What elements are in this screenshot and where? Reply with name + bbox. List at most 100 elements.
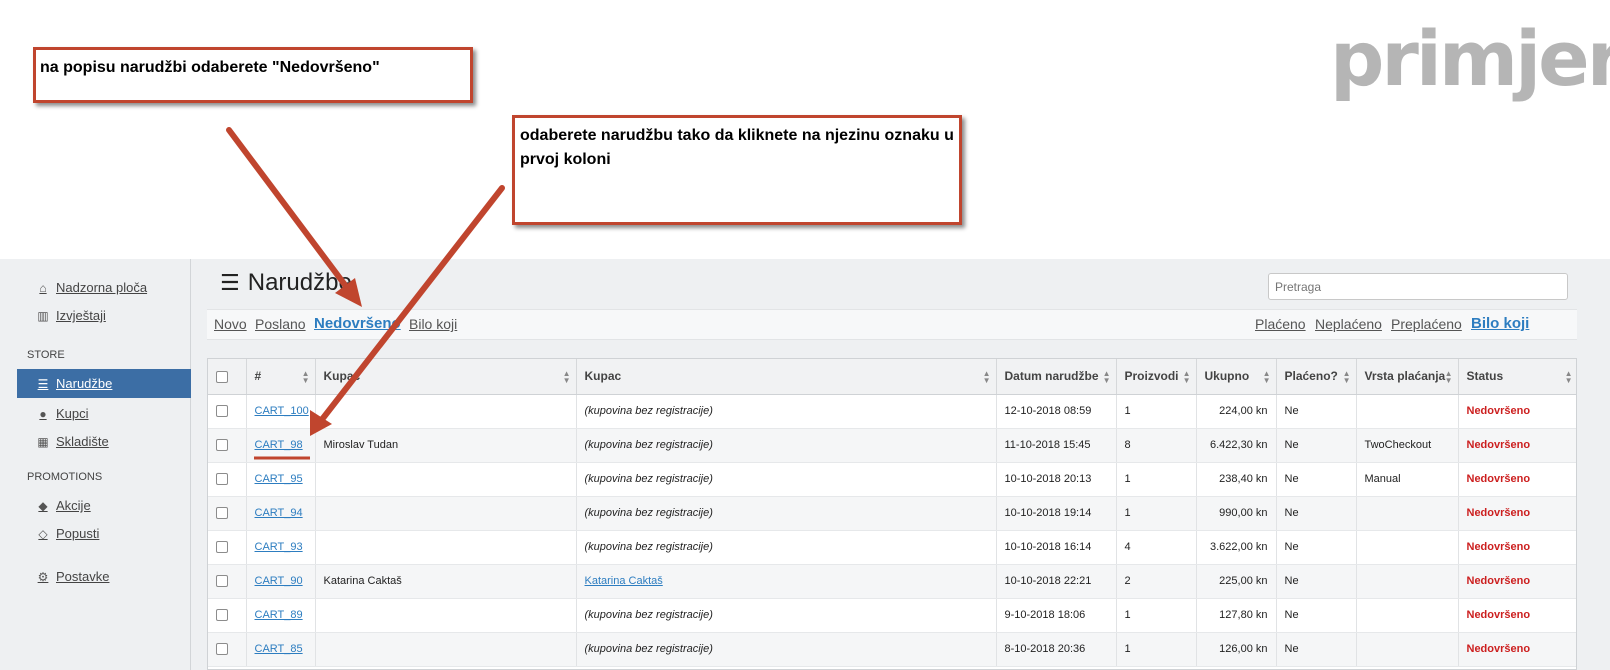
row-select-cell (208, 496, 247, 531)
column-header-status[interactable]: Status ▲ ▼ (1458, 359, 1576, 395)
paid-cell: Ne (1276, 530, 1357, 565)
column-header-id[interactable]: # ▲ ▼ (246, 359, 316, 395)
order-id-link[interactable]: CART_95 (255, 473, 303, 485)
sidebar-item-label: Postavke (56, 569, 110, 584)
filter-status-poslano[interactable]: Poslano (255, 316, 306, 332)
customer-account-cell: (kupovina bez registracije) (576, 598, 997, 633)
filter-status-any[interactable]: Bilo koji (409, 316, 457, 332)
table-row[interactable]: CART_90 Katarina Caktaš Katarina Caktaš 10-… (208, 564, 1576, 599)
order-id-cell[interactable]: CART_90 (246, 564, 316, 599)
order-id-cell[interactable]: CART_89 (246, 598, 316, 633)
customer-account-cell: (kupovina bez registracije) (576, 530, 997, 565)
filter-payment-paid[interactable]: Plaćeno (1255, 316, 1306, 332)
sidebar-item-discounts[interactable]: ◇ Popusti (17, 519, 191, 548)
row-select-cell (208, 632, 247, 667)
payment-type-cell: TwoCheckout (1356, 428, 1459, 463)
table-row[interactable]: CART_94 (kupovina bez registracije) 10-10-… (208, 496, 1576, 531)
column-header-customer-account[interactable]: Kupac ▲ ▼ (576, 359, 997, 395)
row-checkbox[interactable] (216, 541, 228, 554)
paid-cell: Ne (1276, 598, 1357, 633)
select-all-checkbox[interactable] (216, 371, 228, 384)
row-checkbox[interactable] (216, 473, 228, 486)
sidebar-item-orders[interactable]: ☰ Narudžbe (17, 369, 191, 398)
payment-type-cell (1356, 632, 1459, 667)
table-row[interactable]: CART_100 (kupovina bez registracije) 12-10… (208, 394, 1576, 429)
table-header-row: # ▲ ▼ Kupac ▲ ▼ Kupac ▲ ▼ Datum narudžbe ▲ ▼ Pro… (208, 359, 1576, 395)
sort-icon: ▲ ▼ (982, 369, 991, 385)
payment-type-cell (1356, 530, 1459, 565)
order-date-cell: 8-10-2018 20:36 (996, 632, 1117, 667)
customer-cell (315, 496, 577, 531)
customer-account-cell[interactable]: Katarina Caktaš (576, 564, 997, 599)
order-id-link[interactable]: CART_93 (255, 541, 303, 553)
products-count-cell: 4 (1116, 530, 1197, 565)
order-id-link[interactable]: CART_98 (255, 439, 303, 451)
customer-account-cell: (kupovina bez registracije) (576, 394, 997, 429)
sidebar-section-store: STORE (27, 349, 65, 361)
filter-payment-overpaid[interactable]: Preplaćeno (1391, 316, 1462, 332)
total-cell: 3.622,00 kn (1196, 530, 1277, 565)
order-id-cell[interactable]: CART_98 (246, 428, 316, 463)
table-row[interactable]: CART_85 (kupovina bez registracije) 8-10-2… (208, 632, 1576, 667)
sidebar-item-label: Kupci (56, 406, 89, 421)
sidebar-section-promotions: PROMOTIONS (27, 471, 103, 483)
row-checkbox[interactable] (216, 643, 228, 656)
sidebar-item-warehouse[interactable]: ▦ Skladište (17, 427, 191, 456)
column-header-customer[interactable]: Kupac ▲ ▼ (315, 359, 577, 395)
order-id-cell[interactable]: CART_94 (246, 496, 316, 531)
order-id-cell[interactable]: CART_95 (246, 462, 316, 497)
table-row[interactable]: CART_93 (kupovina bez registracije) 10-10-… (208, 530, 1576, 565)
filter-bar: Novo Poslano Nedovršeno Bilo koji Plaćen… (207, 309, 1577, 340)
table-row[interactable]: CART_95 (kupovina bez registracije) 10-10-… (208, 462, 1576, 497)
filter-status-nedovrseno[interactable]: Nedovršeno (314, 315, 401, 332)
column-header-paid[interactable]: Plaćeno? ▲ ▼ (1276, 359, 1357, 395)
column-header-total[interactable]: Ukupno ▲ ▼ (1196, 359, 1277, 395)
search-input[interactable] (1268, 273, 1568, 300)
page-title: ☰ Narudžbe (220, 269, 352, 297)
order-id-link[interactable]: CART_90 (255, 575, 303, 587)
column-header-products[interactable]: Proizvodi ▲ ▼ (1116, 359, 1197, 395)
order-id-cell[interactable]: CART_100 (246, 394, 316, 429)
customer-account-link[interactable]: Katarina Caktaš (585, 575, 663, 587)
table-row[interactable]: CART_89 (kupovina bez registracije) 9-10-2… (208, 598, 1576, 633)
paid-cell: Ne (1276, 496, 1357, 531)
order-id-link[interactable]: CART_94 (255, 507, 303, 519)
status-cell: Nedovršeno (1458, 462, 1576, 497)
table-row[interactable]: CART_98 Miroslav Tudan (kupovina bez regis… (208, 428, 1576, 463)
products-count-cell: 1 (1116, 394, 1197, 429)
order-id-cell[interactable]: CART_85 (246, 632, 316, 667)
payment-type-cell (1356, 496, 1459, 531)
home-icon: ⌂ (39, 280, 47, 295)
payment-type-cell (1356, 598, 1459, 633)
order-id-link[interactable]: CART_89 (255, 609, 303, 621)
filter-payment-unpaid[interactable]: Neplaćeno (1315, 316, 1382, 332)
sort-icon: ▲ ▼ (1102, 369, 1111, 385)
filter-status-novo[interactable]: Novo (214, 316, 247, 332)
filter-payment-any[interactable]: Bilo koji (1471, 315, 1529, 332)
row-select-cell (208, 598, 247, 633)
order-id-link[interactable]: CART_100 (255, 405, 309, 417)
row-checkbox[interactable] (216, 575, 228, 588)
order-id-cell[interactable]: CART_93 (246, 530, 316, 565)
sidebar-item-customers[interactable]: ● Kupci (17, 399, 191, 428)
payment-type-cell (1356, 564, 1459, 599)
row-checkbox[interactable] (216, 439, 228, 452)
tag-icon: ◇ (38, 526, 48, 541)
customer-cell (315, 530, 577, 565)
sidebar-item-reports[interactable]: ▥ Izvještaji (17, 301, 191, 330)
payment-type-cell (1356, 394, 1459, 429)
sidebar-item-settings[interactable]: ⚙ Postavke (17, 562, 191, 591)
row-checkbox[interactable] (216, 405, 228, 418)
column-header-payment-type[interactable]: Vrsta plaćanja ▲ ▼ (1356, 359, 1459, 395)
row-checkbox[interactable] (216, 609, 228, 622)
user-icon: ● (39, 406, 47, 421)
sidebar-item-promotions[interactable]: ◆ Akcije (17, 491, 191, 520)
row-checkbox[interactable] (216, 507, 228, 520)
order-id-link[interactable]: CART_85 (255, 643, 303, 655)
customer-account-cell: (kupovina bez registracije) (576, 632, 997, 667)
column-header-date[interactable]: Datum narudžbe ▲ ▼ (996, 359, 1117, 395)
total-cell: 238,40 kn (1196, 462, 1277, 497)
status-cell: Nedovršeno (1458, 394, 1576, 429)
sidebar-item-dashboard[interactable]: ⌂ Nadzorna ploča (17, 273, 191, 302)
sort-icon: ▲ ▼ (1182, 369, 1191, 385)
